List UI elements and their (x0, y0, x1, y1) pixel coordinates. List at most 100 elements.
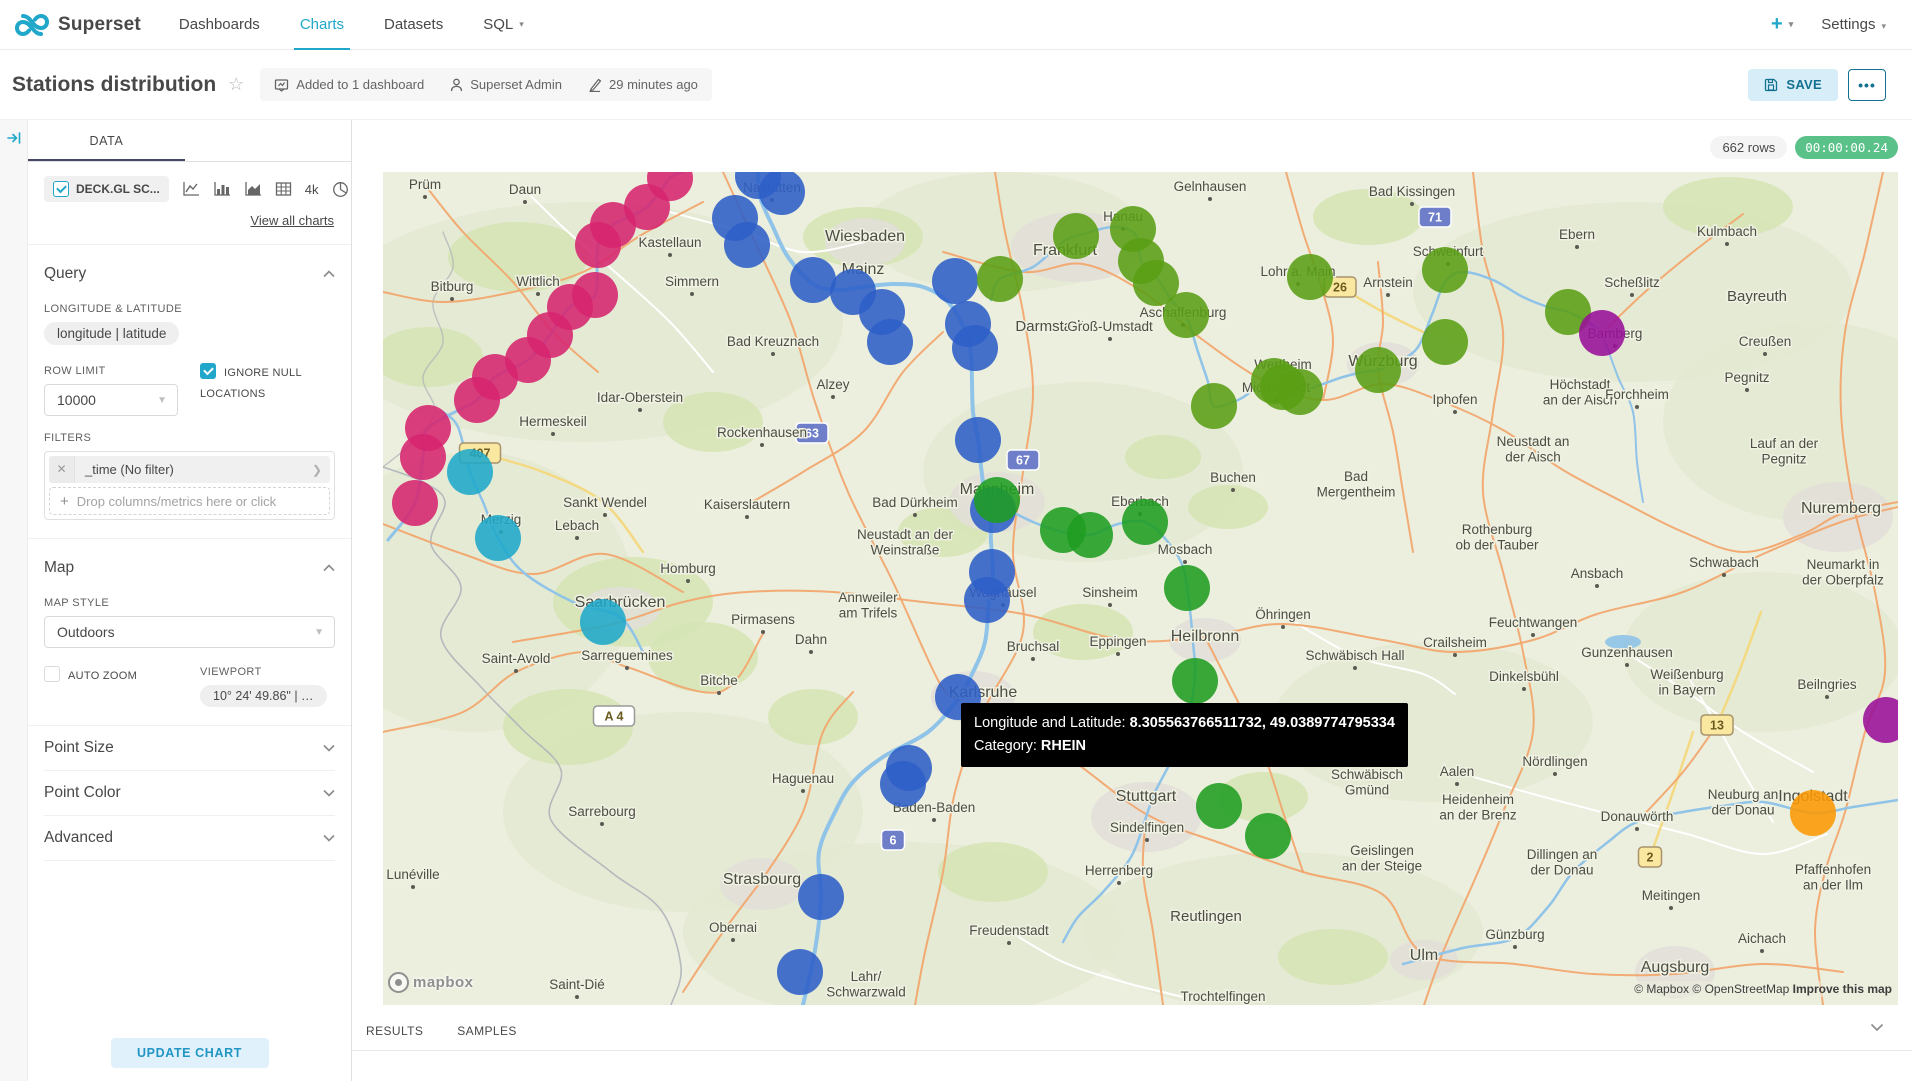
map-place-label: Bruchsal (1007, 639, 1060, 654)
bar-chart-icon[interactable] (213, 181, 231, 197)
stations-olive-marker[interactable] (1191, 383, 1237, 429)
osm-attribution-link[interactable]: © OpenStreetMap (1692, 982, 1789, 996)
more-viz-count[interactable]: 4k (305, 182, 319, 197)
stations-green-marker[interactable] (1172, 658, 1218, 704)
query-section-header[interactable]: Query (44, 259, 335, 287)
mapbox-logo[interactable]: mapbox (388, 972, 474, 993)
nav-item-dashboards[interactable]: Dashboards (159, 0, 280, 49)
map-place-label: Günzburg (1485, 927, 1544, 942)
more-options-button[interactable]: ••• (1848, 69, 1886, 101)
nav-item-datasets[interactable]: Datasets (364, 0, 463, 49)
tab-data[interactable]: DATA (28, 120, 185, 161)
stations-rhein-blue-marker[interactable] (932, 258, 978, 304)
stations-purple-marker[interactable] (1579, 310, 1625, 356)
nav-item-charts[interactable]: Charts (280, 0, 364, 49)
road-shield-label: 26 (1333, 281, 1347, 295)
line-chart-icon[interactable] (182, 181, 200, 197)
section-header-point-size[interactable]: Point Size (44, 726, 335, 770)
improve-map-link[interactable]: Improve this map (1793, 982, 1892, 996)
tab-results[interactable]: RESULTS (366, 1024, 423, 1038)
auto-zoom-control: AUTO ZOOM (44, 652, 200, 707)
update-chart-button[interactable]: UPDATE CHART (111, 1038, 269, 1068)
filter-chip-time[interactable]: ✕ _time (No filter) ❯ (49, 456, 330, 483)
section-header-advanced[interactable]: Advanced (44, 816, 335, 860)
superset-logo[interactable]: Superset (0, 0, 159, 49)
viz-type-chip[interactable]: DECK.GL SC... (44, 176, 169, 202)
stations-green-marker[interactable] (974, 477, 1020, 523)
stations-green-marker[interactable] (1196, 783, 1242, 829)
stations-rhein-blue-marker[interactable] (790, 257, 836, 303)
map-place-label: Lebach (555, 518, 599, 533)
mapbox-attribution-link[interactable]: © Mapbox (1634, 982, 1689, 996)
map-place-label: Annweileram Trifels (838, 590, 898, 621)
row-limit-select[interactable]: 10000▼ (44, 384, 178, 416)
stations-olive-marker[interactable] (1422, 319, 1468, 365)
section-header-point-color[interactable]: Point Color (44, 771, 335, 815)
map-style-select[interactable]: Outdoors▼ (44, 616, 335, 648)
stations-cyan-marker[interactable] (475, 515, 521, 561)
collapse-results-icon[interactable] (1870, 1019, 1884, 1037)
save-button[interactable]: SAVE (1748, 69, 1838, 101)
new-item-button[interactable]: +▾ (1771, 13, 1793, 36)
stations-olive-marker[interactable] (1422, 247, 1468, 293)
map-place-label: Dillingen ander Donau (1527, 847, 1598, 878)
map-attribution: © Mapbox © OpenStreetMap Improve this ma… (1630, 981, 1896, 997)
lon-lat-chip[interactable]: longitude | latitude (44, 322, 179, 345)
auto-zoom-checkbox[interactable] (44, 666, 60, 682)
last-modified-meta: 29 minutes ago (588, 77, 698, 92)
stations-cyan-marker[interactable] (580, 599, 626, 645)
deckgl-map[interactable]: 71266340767132A 46PrümDaunNastättenGelnh… (383, 172, 1898, 1005)
stations-green-marker[interactable] (1164, 565, 1210, 611)
stations-rhein-blue-marker[interactable] (955, 417, 1001, 463)
map-place-label: Ulm (1410, 947, 1438, 964)
map-place-label: Arnstein (1363, 275, 1413, 290)
collapse-panel-icon[interactable] (6, 130, 22, 1081)
pie-chart-icon[interactable] (332, 181, 349, 198)
nav-item-sql[interactable]: SQL▾ (463, 0, 544, 49)
stations-pink-marker[interactable] (454, 377, 500, 423)
stations-olive-marker[interactable] (1260, 364, 1306, 410)
table-icon[interactable] (275, 181, 292, 197)
settings-menu[interactable]: Settings▾ (1821, 16, 1886, 33)
stations-rhein-blue-marker[interactable] (952, 325, 998, 371)
stations-pink-marker[interactable] (392, 480, 438, 526)
stations-orange-marker[interactable] (1790, 790, 1836, 836)
viewport-label: VIEWPORT (200, 666, 327, 678)
viz-selected-checkbox-icon (53, 181, 69, 197)
favorite-star-icon[interactable]: ☆ (228, 74, 244, 95)
stations-rhein-blue-marker[interactable] (964, 577, 1010, 623)
area-chart-icon[interactable] (244, 181, 262, 197)
ignore-null-checkbox[interactable] (200, 363, 216, 379)
stations-rhein-blue-marker[interactable] (777, 949, 823, 995)
stations-rhein-blue-marker[interactable] (867, 319, 913, 365)
stations-olive-marker[interactable] (1053, 213, 1099, 259)
stations-olive-marker[interactable] (1287, 254, 1333, 300)
stations-green-marker[interactable] (1122, 499, 1168, 545)
query-section: Query LONGITUDE & LATITUDE longitude | l… (28, 245, 351, 538)
remove-filter-icon[interactable]: ✕ (49, 456, 75, 483)
query-timer-badge: 00:00:00.24 (1795, 136, 1898, 159)
map-place-label: Heidenheiman der Brenz (1439, 792, 1517, 823)
stations-pink-marker[interactable] (400, 434, 446, 480)
stations-rhein-blue-marker[interactable] (798, 874, 844, 920)
stations-rhein-blue-marker[interactable] (724, 222, 770, 268)
stations-green-marker[interactable] (1067, 512, 1113, 558)
stations-olive-marker[interactable] (1163, 292, 1209, 338)
stations-olive-marker[interactable] (977, 256, 1023, 302)
owner-meta: Superset Admin (450, 77, 562, 92)
filters-drop-zone[interactable]: + Drop columns/metrics here or click (49, 487, 330, 515)
map-place-label: Augsburg (1641, 959, 1710, 976)
tab-samples[interactable]: SAMPLES (457, 1024, 517, 1038)
stations-pink-marker[interactable] (575, 222, 621, 268)
stations-green-marker[interactable] (1245, 813, 1291, 859)
map-place-label: Forchheim (1605, 387, 1669, 402)
stations-cyan-marker[interactable] (447, 449, 493, 495)
stations-olive-marker[interactable] (1355, 347, 1401, 393)
panel-gutter (0, 120, 28, 1081)
map-place-label: Nördlingen (1522, 754, 1587, 769)
stations-rhein-blue-marker[interactable] (880, 761, 926, 807)
viewport-chip[interactable]: 10° 24' 49.86" | … (200, 685, 327, 707)
map-section-header[interactable]: Map (44, 553, 335, 581)
view-all-charts-link[interactable]: View all charts (250, 213, 334, 228)
map-place-label: Feuchtwangen (1489, 615, 1578, 630)
